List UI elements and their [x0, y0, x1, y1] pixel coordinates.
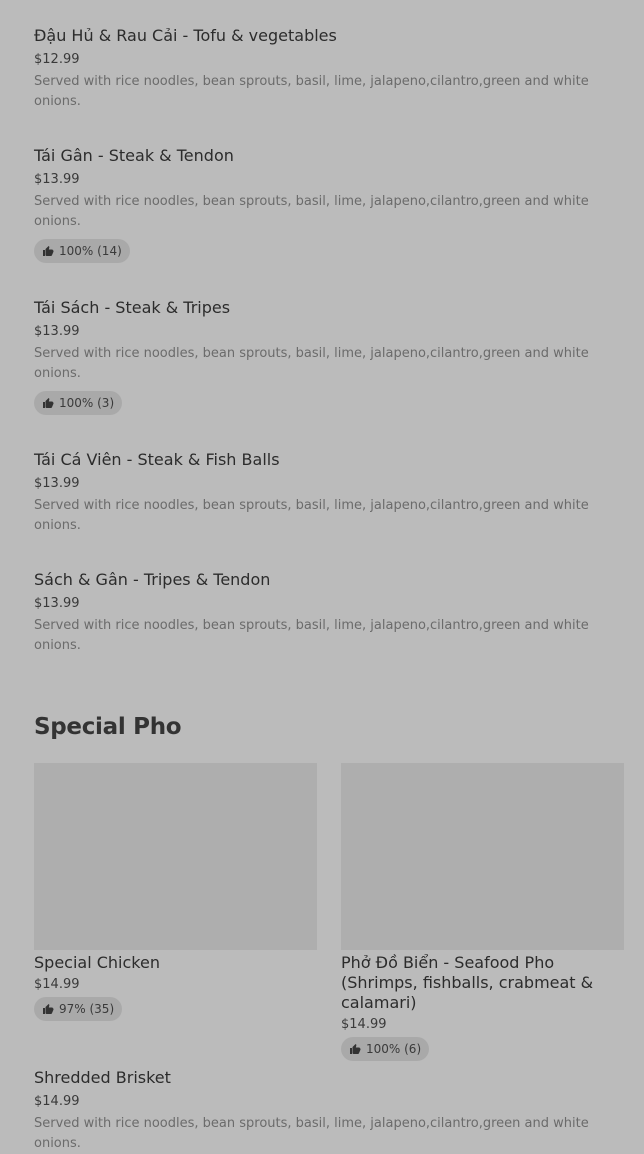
rating-text: 100% (6)	[366, 1042, 422, 1056]
menu-item[interactable]: Shredded Brisket $14.99 Served with rice…	[34, 1068, 594, 1154]
rating-text: 100% (14)	[59, 244, 122, 258]
thumbs-up-icon	[350, 1044, 361, 1054]
menu-card-name: Special Chicken	[34, 953, 160, 972]
menu-item-description: Served with rice noodles, bean sprouts, …	[34, 498, 589, 533]
menu-item-name: Tái Sách - Steak & Tripes	[34, 298, 231, 317]
menu-item-price: $13.99	[34, 476, 80, 491]
menu-item-name: Tái Cá Viên - Steak & Fish Balls	[34, 450, 280, 469]
menu-page: Đậu Hủ & Rau Cải - Tofu & vegetables $12…	[0, 0, 644, 1151]
section-title: Special Pho	[34, 714, 182, 740]
rating-badge: 100% (3)	[34, 391, 123, 415]
menu-item[interactable]: Tái Sách - Steak & Tripes $13.99 Served …	[34, 298, 594, 415]
menu-item-price: $13.99	[34, 324, 80, 339]
menu-card-image[interactable]	[341, 763, 624, 950]
rating-badge: 100% (14)	[34, 239, 130, 263]
menu-item-description: Served with rice noodles, bean sprouts, …	[34, 1116, 589, 1151]
rating-text: 97% (35)	[59, 1002, 115, 1016]
menu-item-description: Served with rice noodles, bean sprouts, …	[34, 618, 589, 653]
menu-item-name: Shredded Brisket	[34, 1068, 171, 1087]
menu-item[interactable]: Tái Gân - Steak & Tendon $13.99 Served w…	[34, 146, 594, 263]
menu-card[interactable]: Special Chicken $14.99 97% (35)	[34, 763, 317, 1021]
menu-card-name: Phở Đồ Biển - Seafood Pho (Shrimps, fish…	[341, 953, 594, 1012]
menu-item-price: $13.99	[34, 596, 80, 611]
menu-card[interactable]: Phở Đồ Biển - Seafood Pho (Shrimps, fish…	[341, 763, 624, 1061]
menu-item-price: $12.99	[34, 52, 80, 67]
menu-item-price: $14.99	[34, 1094, 80, 1109]
menu-item[interactable]: Tái Cá Viên - Steak & Fish Balls $13.99 …	[34, 450, 594, 536]
rating-text: 100% (3)	[59, 396, 115, 410]
menu-card-price: $14.99	[34, 977, 80, 992]
menu-card-price: $14.99	[341, 1017, 387, 1032]
rating-badge: 100% (6)	[341, 1037, 430, 1061]
thumbs-up-icon	[43, 1004, 54, 1014]
menu-item-name: Sách & Gân - Tripes & Tendon	[34, 570, 271, 589]
menu-card-image[interactable]	[34, 763, 317, 950]
menu-item-description: Served with rice noodles, bean sprouts, …	[34, 194, 589, 229]
menu-item-name: Tái Gân - Steak & Tendon	[34, 146, 234, 165]
menu-item-description: Served with rice noodles, bean sprouts, …	[34, 346, 589, 381]
thumbs-up-icon	[43, 398, 54, 408]
menu-item-price: $13.99	[34, 172, 80, 187]
menu-item-name: Đậu Hủ & Rau Cải - Tofu & vegetables	[34, 26, 337, 45]
menu-item[interactable]: Sách & Gân - Tripes & Tendon $13.99 Serv…	[34, 570, 594, 656]
rating-badge: 97% (35)	[34, 997, 123, 1021]
menu-item[interactable]: Đậu Hủ & Rau Cải - Tofu & vegetables $12…	[34, 26, 594, 112]
thumbs-up-icon	[43, 246, 54, 256]
menu-item-description: Served with rice noodles, bean sprouts, …	[34, 74, 589, 109]
